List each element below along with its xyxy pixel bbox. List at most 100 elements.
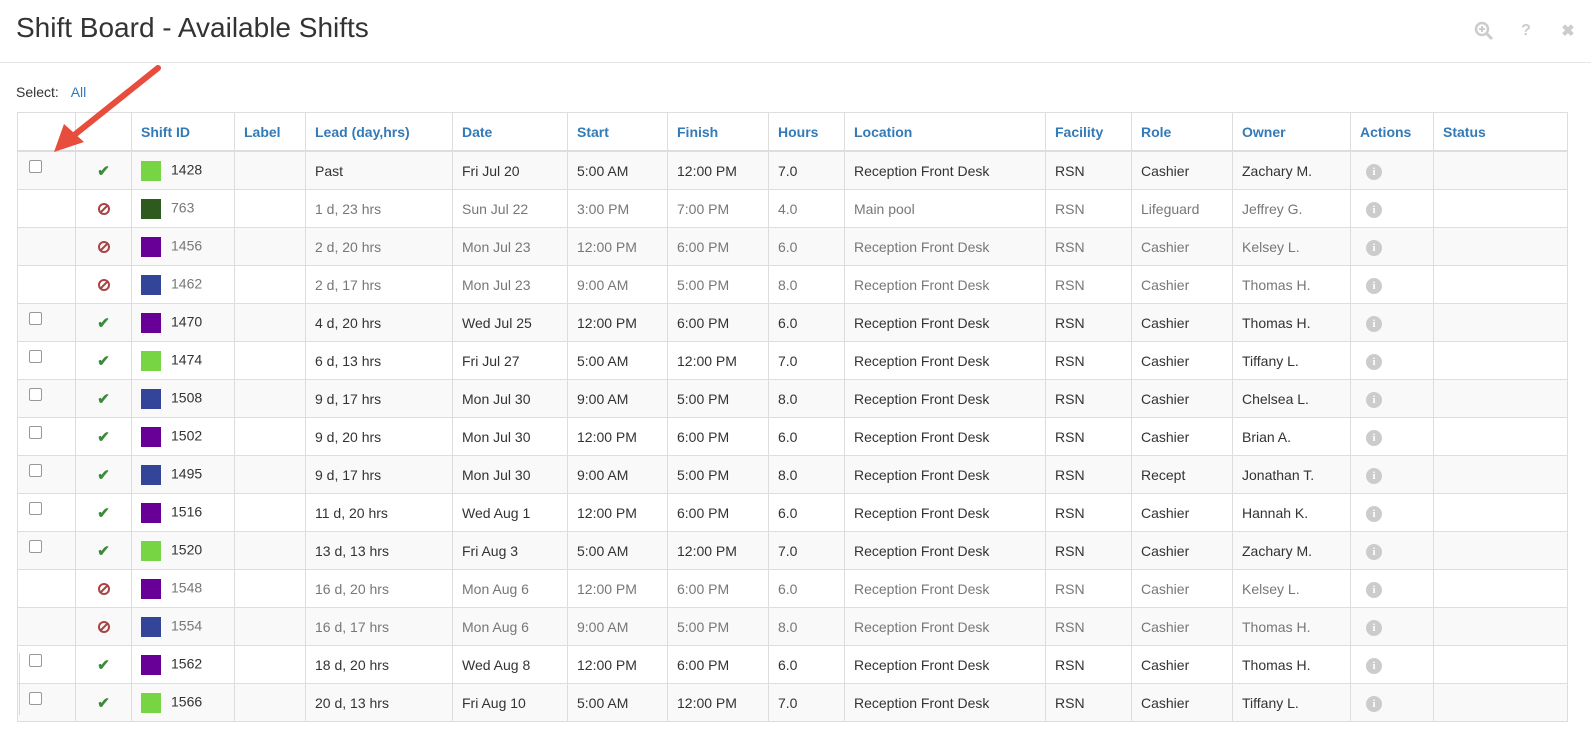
- info-icon[interactable]: i: [1366, 657, 1382, 674]
- status-cell: [1433, 265, 1568, 304]
- col-header-location[interactable]: Location: [844, 112, 1046, 152]
- table-row[interactable]: ✔ 1502 9 d, 20 hrs Mon Jul 30 12:00 PM 6:00 P…: [17, 417, 1568, 456]
- col-header-hours[interactable]: Hours: [768, 112, 845, 152]
- info-icon[interactable]: i: [1366, 581, 1382, 598]
- table-row[interactable]: ✔ 1428 Past Fri Jul 20 5:00 AM 12:00 PM 7.0 Rec…: [17, 150, 1568, 190]
- info-icon[interactable]: i: [1366, 429, 1382, 446]
- dialog-header: Shift Board - Available Shifts ? ✖: [0, 0, 1591, 63]
- status-cell: [1433, 341, 1568, 380]
- info-icon[interactable]: i: [1366, 315, 1382, 332]
- row-checkbox[interactable]: [29, 388, 42, 402]
- row-checkbox[interactable]: [29, 692, 42, 706]
- finish-cell: 7:00 PM: [667, 189, 769, 228]
- col-header-facility[interactable]: Facility: [1045, 112, 1132, 152]
- shift-color-swatch: [141, 388, 161, 409]
- info-icon[interactable]: i: [1366, 619, 1382, 636]
- start-cell: 9:00 AM: [567, 379, 668, 418]
- info-icon[interactable]: i: [1366, 277, 1382, 294]
- col-header-owner[interactable]: Owner: [1232, 112, 1351, 152]
- lead-cell: Past: [305, 150, 453, 190]
- close-icon[interactable]: ✖: [1557, 20, 1579, 42]
- label-cell: [234, 683, 306, 722]
- shifts-table: Shift ID Label Lead (day,hrs) Date Start…: [17, 112, 1568, 722]
- location-cell: Reception Front Desk: [844, 303, 1046, 342]
- row-checkbox[interactable]: [29, 160, 42, 174]
- state-cell: ✔: [75, 417, 132, 456]
- finish-cell: 5:00 PM: [667, 265, 769, 304]
- table-row[interactable]: ✔ 1516 11 d, 20 hrs Wed Aug 1 12:00 PM 6:00 P…: [17, 493, 1568, 532]
- info-icon[interactable]: i: [1366, 695, 1382, 712]
- table-header-row: Shift ID Label Lead (day,hrs) Date Start…: [17, 112, 1568, 152]
- table-row[interactable]: ✔ 1520 13 d, 13 hrs Fri Aug 3 5:00 AM 12:00 P…: [17, 531, 1568, 570]
- table-row[interactable]: ✔ 1566 20 d, 13 hrs Fri Aug 10 5:00 AM 12:00 …: [17, 683, 1568, 722]
- role-cell: Cashier: [1131, 227, 1233, 266]
- shift-color-swatch: [141, 274, 161, 295]
- col-header-lead[interactable]: Lead (day,hrs): [305, 112, 453, 152]
- table-row[interactable]: ✔ 1495 9 d, 17 hrs Mon Jul 30 9:00 AM 5:00 PM…: [17, 455, 1568, 494]
- col-header-label[interactable]: Label: [234, 112, 306, 152]
- shift-id-cell: 1548: [131, 569, 235, 608]
- shift-id: 1554: [171, 617, 203, 634]
- role-cell: Lifeguard: [1131, 189, 1233, 228]
- status-cell: [1433, 493, 1568, 532]
- col-header-finish[interactable]: Finish: [667, 112, 769, 152]
- start-cell: 12:00 PM: [567, 569, 668, 608]
- col-header-status[interactable]: Status: [1433, 112, 1568, 152]
- shift-color-swatch: [141, 350, 161, 371]
- facility-cell: RSN: [1045, 303, 1132, 342]
- info-icon[interactable]: i: [1366, 505, 1382, 522]
- table-row[interactable]: ✔ 1470 4 d, 20 hrs Wed Jul 25 12:00 PM 6:00 P…: [17, 303, 1568, 342]
- owner-cell: Chelsea L.: [1232, 379, 1351, 418]
- facility-cell: RSN: [1045, 341, 1132, 380]
- owner-cell: Thomas H.: [1232, 645, 1351, 684]
- shift-id-cell: 1508: [131, 379, 235, 418]
- lead-cell: 1 d, 23 hrs: [305, 189, 453, 228]
- blocked-icon: [98, 278, 110, 291]
- info-icon[interactable]: i: [1366, 543, 1382, 560]
- info-icon[interactable]: i: [1366, 467, 1382, 484]
- finish-cell: 6:00 PM: [667, 493, 769, 532]
- table-row[interactable]: 1456 2 d, 20 hrs Mon Jul 23 12:00 PM 6:00 PM…: [17, 227, 1568, 266]
- table-row[interactable]: 1462 2 d, 17 hrs Mon Jul 23 9:00 AM 5:00 PM 8…: [17, 265, 1568, 304]
- info-icon[interactable]: i: [1366, 201, 1382, 218]
- row-checkbox[interactable]: [29, 654, 42, 668]
- hours-cell: 6.0: [768, 569, 845, 608]
- status-cell: [1433, 150, 1568, 190]
- shift-color-swatch: [141, 692, 161, 713]
- info-icon[interactable]: i: [1366, 353, 1382, 370]
- select-cell: [17, 607, 76, 646]
- facility-cell: RSN: [1045, 607, 1132, 646]
- row-checkbox[interactable]: [29, 540, 42, 554]
- owner-cell: Brian A.: [1232, 417, 1351, 456]
- row-checkbox[interactable]: [29, 502, 42, 516]
- row-checkbox[interactable]: [29, 426, 42, 440]
- table-row[interactable]: 1554 16 d, 17 hrs Mon Aug 6 9:00 AM 5:00 PM 8…: [17, 607, 1568, 646]
- row-checkbox[interactable]: [29, 464, 42, 478]
- shift-id-cell: 1456: [131, 227, 235, 266]
- table-row[interactable]: ✔ 1562 18 d, 20 hrs Wed Aug 8 12:00 PM 6:00 P…: [17, 645, 1568, 684]
- table-row[interactable]: ✔ 1508 9 d, 17 hrs Mon Jul 30 9:00 AM 5:00 PM…: [17, 379, 1568, 418]
- hours-cell: 6.0: [768, 493, 845, 532]
- annotation-arrow: [54, 65, 161, 152]
- table-row[interactable]: ✔ 1474 6 d, 13 hrs Fri Jul 27 5:00 AM 12:00 P…: [17, 341, 1568, 380]
- table-row[interactable]: 1548 16 d, 20 hrs Mon Aug 6 12:00 PM 6:00 PM…: [17, 569, 1568, 608]
- shift-id-cell: 1470: [131, 303, 235, 342]
- lead-cell: 18 d, 20 hrs: [305, 645, 453, 684]
- row-checkbox[interactable]: [29, 350, 42, 364]
- col-header-role[interactable]: Role: [1131, 112, 1233, 152]
- info-icon[interactable]: i: [1366, 391, 1382, 408]
- actions-cell: i: [1350, 265, 1434, 304]
- zoom-in-icon[interactable]: [1473, 20, 1495, 42]
- role-cell: Cashier: [1131, 645, 1233, 684]
- info-icon[interactable]: i: [1366, 239, 1382, 256]
- col-header-actions[interactable]: Actions: [1350, 112, 1434, 152]
- row-checkbox[interactable]: [29, 312, 42, 326]
- help-icon[interactable]: ?: [1515, 20, 1537, 42]
- info-icon[interactable]: i: [1366, 163, 1382, 180]
- state-cell: ✔: [75, 531, 132, 570]
- date-cell: Sun Jul 22: [452, 189, 568, 228]
- table-row[interactable]: 763 1 d, 23 hrs Sun Jul 22 3:00 PM 7:00 PM 4.…: [17, 189, 1568, 228]
- col-header-date[interactable]: Date: [452, 112, 568, 152]
- shift-id: 1470: [171, 313, 203, 330]
- col-header-start[interactable]: Start: [567, 112, 668, 152]
